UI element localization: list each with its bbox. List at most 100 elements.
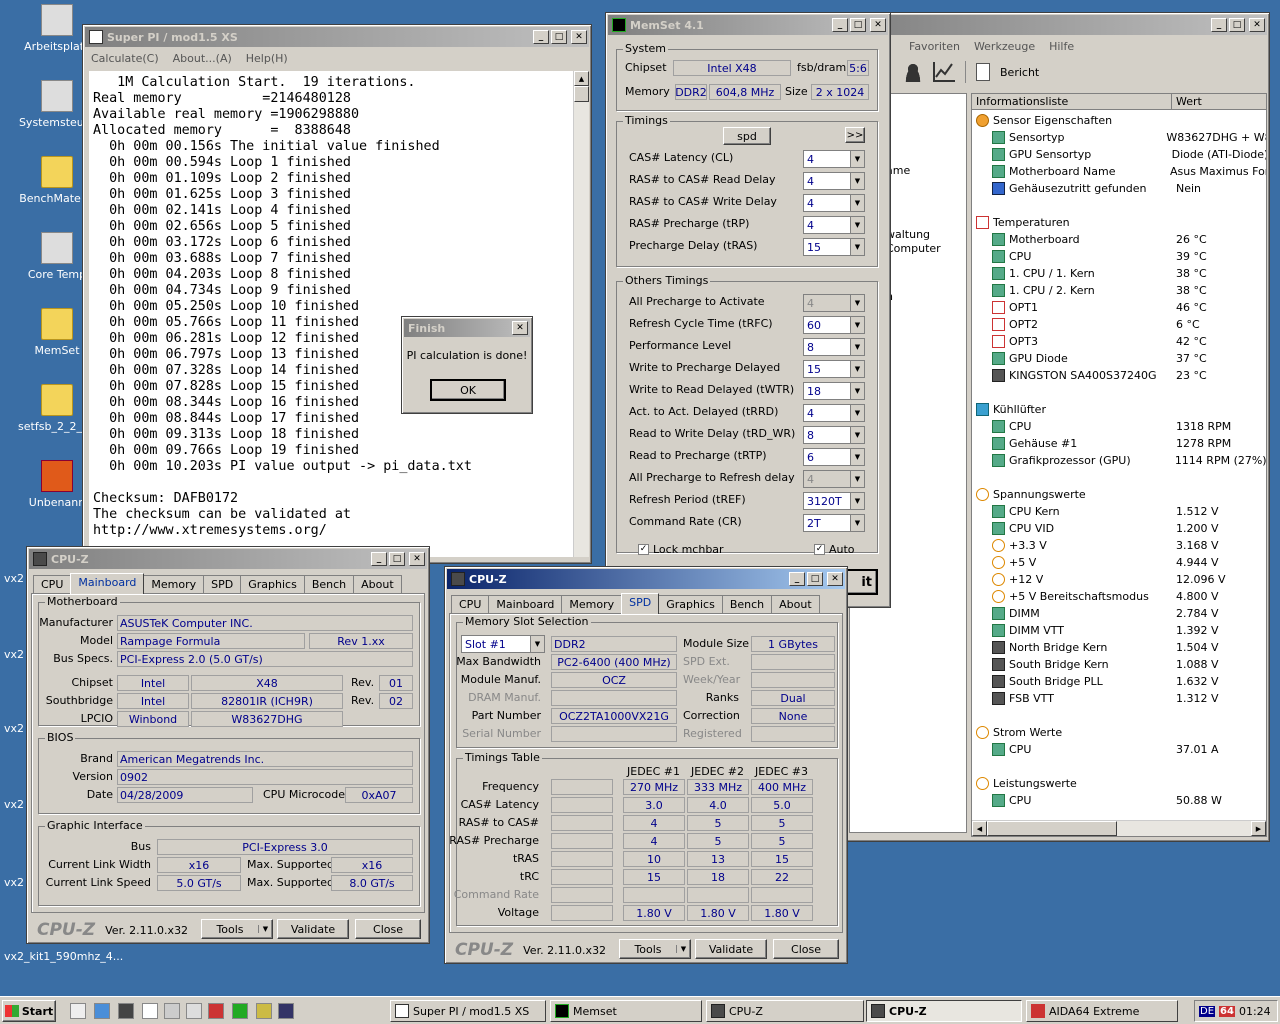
sensor-row[interactable]: OPT3 42 °C [972, 333, 1266, 350]
menu-about[interactable]: About...(A) [173, 52, 232, 65]
timing-select[interactable]: 8 ▼ [803, 426, 865, 444]
sensor-row[interactable]: Gehäuse #1 1278 RPM [972, 435, 1266, 452]
validate-button[interactable]: Validate [277, 919, 349, 939]
sensor-row[interactable]: Motherboard 26 °C [972, 231, 1266, 248]
timing-select[interactable]: 18 ▼ [803, 382, 865, 400]
menu-favoriten[interactable]: Favoriten [909, 40, 960, 53]
user-icon[interactable] [903, 62, 923, 82]
quicklaunch-app-icon[interactable] [164, 1003, 180, 1019]
tab-graphics[interactable]: Graphics [240, 575, 305, 594]
sensor-category[interactable]: Strom Werte [972, 724, 1266, 741]
desktop-icon-label[interactable]: vx2 [4, 572, 24, 585]
tools-button[interactable]: Tools ▼ [619, 939, 691, 959]
taskbar-task[interactable]: CPU-Z [866, 1000, 1022, 1022]
timing-select[interactable]: 6 ▼ [803, 448, 865, 466]
timing-select[interactable]: 4 ▼ [803, 194, 865, 212]
tab-memory[interactable]: Memory [561, 595, 623, 614]
close-button[interactable]: ✕ [827, 572, 843, 586]
lock-mchbar-checkbox[interactable]: ✓ Lock mchbar [638, 543, 724, 556]
scroll-thumb[interactable] [987, 821, 1117, 836]
column-header-item[interactable]: Informationsliste [972, 94, 1172, 109]
minimize-button[interactable]: _ [1211, 18, 1227, 32]
close-window-button[interactable]: Close [773, 939, 839, 959]
sensor-row[interactable]: KINGSTON SA400S37240G 23 °C [972, 367, 1266, 384]
tab-about[interactable]: About [771, 595, 820, 614]
maximize-button[interactable]: □ [850, 18, 866, 32]
sensor-row[interactable]: CPU 1318 RPM [972, 418, 1266, 435]
quicklaunch-app4-icon[interactable] [278, 1003, 294, 1019]
scroll-left-button[interactable]: ◀ [972, 821, 987, 836]
tree-item-label[interactable]: waltung [886, 228, 930, 241]
spd-button[interactable]: spd [723, 127, 771, 145]
auto-checkbox[interactable]: ✓ Auto [814, 543, 855, 556]
timing-select[interactable]: 15 ▼ [803, 360, 865, 378]
clock[interactable]: 01:24 [1239, 1005, 1271, 1018]
menu-werkzeuge[interactable]: Werkzeuge [974, 40, 1035, 53]
sensor-category[interactable]: Leistungswerte [972, 775, 1266, 792]
ok-button[interactable]: OK [430, 379, 506, 401]
taskbar-task[interactable]: Memset [550, 1000, 702, 1022]
tools-button[interactable]: Tools ▼ [201, 919, 273, 939]
sensor-row[interactable]: CPU 50.88 W [972, 792, 1266, 809]
quicklaunch-memset-icon[interactable] [232, 1003, 248, 1019]
sensor-row[interactable]: CPU 37.01 A [972, 741, 1266, 758]
sensor-row[interactable]: Gehäusezutritt gefunden Nein [972, 180, 1266, 197]
sensor-row[interactable]: Motherboard Name Asus Maximus For [972, 163, 1266, 180]
horizontal-scrollbar[interactable]: ◀ ▶ [972, 820, 1266, 836]
tab-bench[interactable]: Bench [303, 575, 355, 594]
scroll-right-button[interactable]: ▶ [1251, 821, 1266, 836]
sensor-category[interactable]: Spannungswerte [972, 486, 1266, 503]
minimize-button[interactable]: _ [789, 572, 805, 586]
report-icon[interactable] [976, 63, 990, 81]
timing-select[interactable]: 4 ▼ [803, 172, 865, 190]
report-button[interactable]: Bericht [1000, 66, 1039, 79]
tab-spd[interactable]: SPD [203, 575, 242, 594]
close-button[interactable]: ✕ [512, 321, 528, 335]
menu-help[interactable]: Help(H) [246, 52, 288, 65]
close-button[interactable]: ✕ [870, 18, 886, 32]
close-button[interactable]: ✕ [409, 552, 425, 566]
sensor-row[interactable]: OPT1 46 °C [972, 299, 1266, 316]
close-button[interactable]: ✕ [1249, 18, 1265, 32]
maximize-button[interactable]: □ [551, 30, 567, 44]
sensor-category[interactable]: Temperaturen [972, 214, 1266, 231]
sensor-row[interactable]: GPU Diode 37 °C [972, 350, 1266, 367]
sensor-row[interactable]: +12 V 12.096 V [972, 571, 1266, 588]
sensor-row[interactable]: +5 V Bereitschaftsmodus 4.800 V [972, 588, 1266, 605]
scroll-thumb[interactable] [574, 86, 589, 102]
taskbar-task[interactable]: AIDA64 Extreme [1026, 1000, 1178, 1022]
expand-button[interactable]: >> [845, 127, 865, 143]
aida64-tray-icon[interactable]: 64 [1219, 1005, 1235, 1017]
timing-select[interactable]: 4 ▼ [803, 470, 865, 488]
aida64-titlebar[interactable]: _ □ ✕ [849, 15, 1267, 35]
sensor-row[interactable]: FSB VTT 1.312 V [972, 690, 1266, 707]
slot-select[interactable]: Slot #1 ▼ [461, 635, 545, 653]
validate-button[interactable]: Validate [695, 939, 767, 959]
aida64-sensor-list[interactable]: Informationsliste Wert Sensor Eigenschaf… [971, 93, 1267, 837]
column-header-value[interactable]: Wert [1172, 94, 1266, 109]
tab-about[interactable]: About [353, 575, 402, 594]
desktop-icon-label[interactable]: vx2 [4, 648, 24, 661]
tab-memory[interactable]: Memory [143, 575, 205, 594]
minimize-button[interactable]: _ [371, 552, 387, 566]
chart-icon[interactable] [933, 62, 955, 82]
timing-select[interactable]: 2T ▼ [803, 514, 865, 532]
desktop-icon-label[interactable]: vx2_kit1_590mhz_4... [4, 950, 123, 963]
maximize-button[interactable]: □ [807, 572, 823, 586]
quicklaunch-cpuz-icon[interactable] [118, 1003, 134, 1019]
sensor-row[interactable]: 1. CPU / 2. Kern 38 °C [972, 282, 1266, 299]
sensor-row[interactable]: South Bridge Kern 1.088 V [972, 656, 1266, 673]
sensor-row[interactable]: 1. CPU / 1. Kern 38 °C [972, 265, 1266, 282]
sensor-row[interactable]: DIMM VTT 1.392 V [972, 622, 1266, 639]
tab-graphics[interactable]: Graphics [658, 595, 723, 614]
sensor-row[interactable]: Grafikprozessor (GPU) 1114 RPM (27%) [972, 452, 1266, 469]
sensor-row[interactable]: GPU Sensortyp Diode (ATI-Diode) [972, 146, 1266, 163]
timing-select[interactable]: 4 ▼ [803, 150, 865, 168]
tree-item-label[interactable]: Computer [886, 242, 941, 255]
tab-mainboard[interactable]: Mainboard [488, 595, 563, 614]
timing-select[interactable]: 4 ▼ [803, 294, 865, 312]
close-window-button[interactable]: Close [355, 919, 421, 939]
timing-select[interactable]: 4 ▼ [803, 404, 865, 422]
quicklaunch-app2-icon[interactable] [186, 1003, 202, 1019]
sensor-row[interactable]: South Bridge PLL 1.632 V [972, 673, 1266, 690]
